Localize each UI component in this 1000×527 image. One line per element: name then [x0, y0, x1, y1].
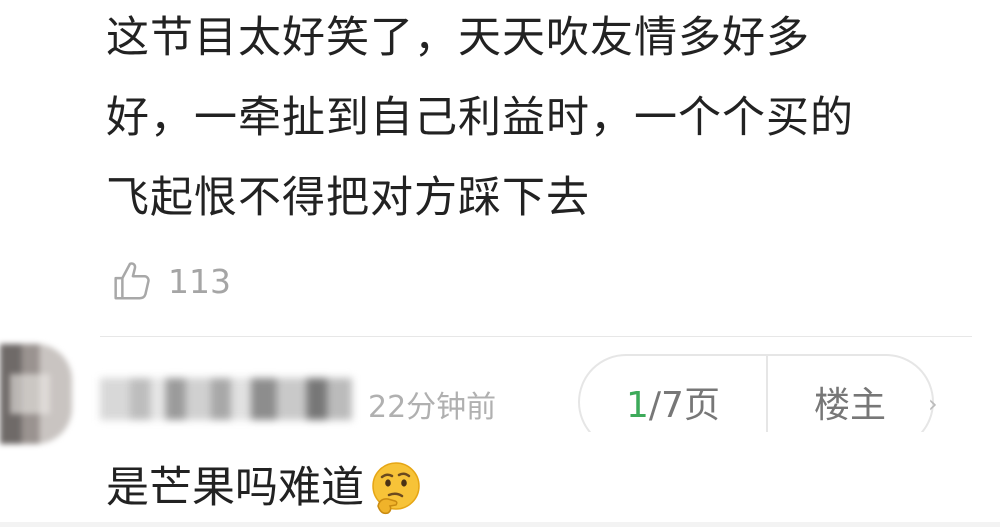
like-button[interactable]: 113 [108, 255, 231, 307]
reply-body: 是芒果吗难道 [106, 458, 424, 518]
chevron-right-icon[interactable]: › [928, 390, 938, 418]
avatar[interactable] [0, 344, 72, 444]
reply-text: 是芒果吗难道 [106, 463, 364, 513]
bottom-edge [0, 522, 1000, 527]
comment-body: 这节目太好笑了，天天吹友情多好多 好，一牵扯到自己利益时，一个个买的 飞起恨不得… [106, 0, 966, 238]
comment-line: 好，一牵扯到自己利益时，一个个买的 [106, 93, 854, 143]
like-count: 113 [168, 261, 231, 301]
current-page: 1 [626, 385, 649, 426]
username-blurred[interactable] [100, 378, 352, 420]
total-pages: /7页 [648, 385, 720, 426]
page-switcher[interactable]: 1/7页 楼主 [578, 354, 934, 432]
comment-line: 飞起恨不得把对方踩下去 [106, 173, 590, 223]
page-indicator[interactable]: 1/7页 [580, 376, 766, 428]
thumbs-up-icon [114, 262, 150, 300]
divider [100, 336, 972, 337]
timestamp: 22分钟前 [368, 390, 497, 425]
comment-thread: 这节目太好笑了，天天吹友情多好多 好，一牵扯到自己利益时，一个个买的 飞起恨不得… [0, 0, 1000, 527]
thinking-face-icon [372, 462, 420, 515]
comment-line: 这节目太好笑了，天天吹友情多好多 [106, 13, 810, 63]
owner-only-button[interactable]: 楼主 [768, 376, 932, 428]
